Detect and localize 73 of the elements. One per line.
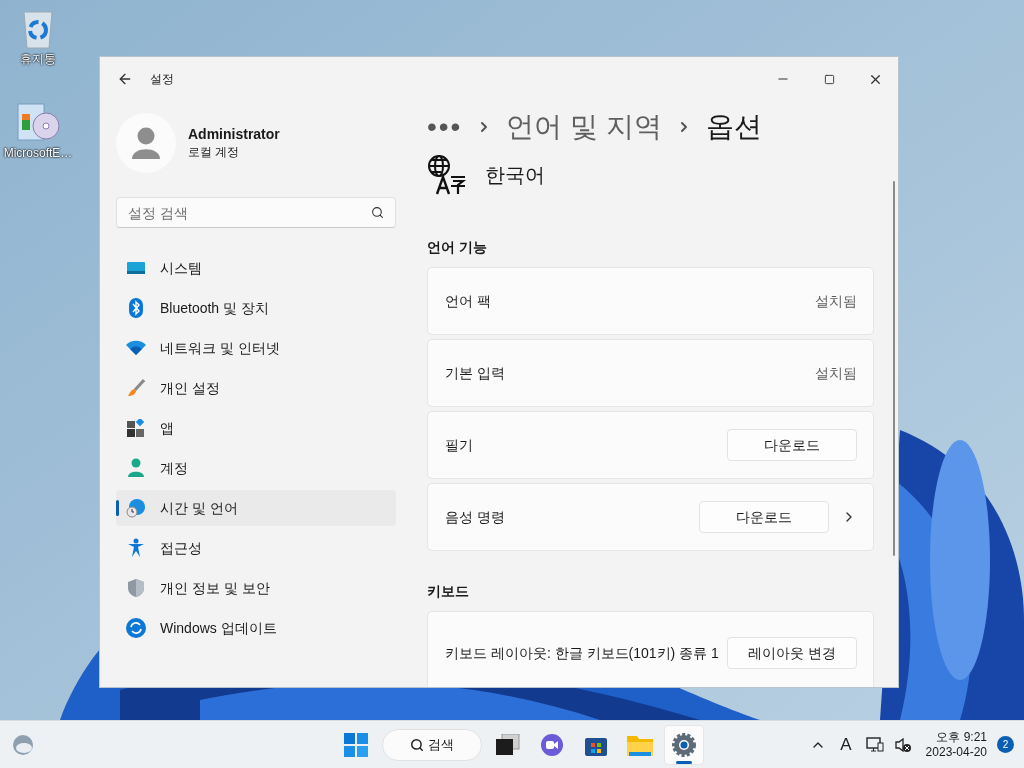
accessibility-icon (127, 538, 145, 558)
nav-label: 접근성 (160, 538, 202, 558)
nav-label: 시간 및 언어 (160, 498, 238, 518)
nav-item[interactable]: Windows 업데이트 (116, 610, 396, 646)
folder-icon[interactable] (627, 734, 653, 756)
brush-icon (127, 379, 145, 397)
apps-icon (127, 419, 145, 437)
network-icon[interactable] (865, 735, 884, 754)
task-view-icon[interactable] (496, 734, 520, 756)
update-icon (126, 618, 146, 638)
status-text: 설치됨 (815, 363, 857, 383)
wifi-icon (126, 340, 146, 356)
user-name: Administrator (188, 125, 280, 143)
page-title: 옵션 (706, 110, 762, 144)
nav-item[interactable]: 계정 (116, 450, 396, 486)
clock-date[interactable]: 2023-04-20 (925, 744, 987, 760)
recycle-bin-icon (20, 8, 56, 50)
nav-label: Windows 업데이트 (160, 618, 277, 638)
nav-label: 시스템 (160, 258, 202, 278)
nav-item[interactable]: 네트워크 및 인터넷 (116, 330, 396, 366)
nav-label: 개인 정보 및 보안 (160, 578, 270, 598)
nav-item[interactable]: 개인 설정 (116, 370, 396, 406)
clock-time[interactable]: 오후 9:21 (936, 729, 987, 745)
setting-label: 음성 명령 (445, 508, 506, 527)
nav-label: 계정 (160, 458, 188, 478)
nav-item[interactable]: 앱 (116, 410, 396, 446)
nav-item[interactable]: 시간 및 언어 (116, 490, 396, 526)
maximize-icon[interactable] (823, 73, 835, 85)
action-button[interactable]: 레이아웃 변경 (727, 637, 857, 669)
nav-item[interactable]: 시스템 (116, 250, 396, 286)
setting-label: 언어 팩 (445, 292, 492, 311)
bluetooth-icon (129, 298, 143, 318)
shield-icon (127, 578, 145, 598)
person-icon (127, 458, 145, 478)
window-title: 설정 (150, 71, 174, 88)
gear-icon[interactable] (672, 733, 696, 757)
setting-label: 필기 (445, 436, 474, 455)
status-text: 설치됨 (815, 291, 857, 311)
language-icon (427, 155, 467, 195)
back-icon[interactable] (117, 71, 133, 87)
nav-label: 앱 (160, 418, 174, 438)
nav-item[interactable]: 접근성 (116, 530, 396, 566)
nav-label: 네트워크 및 인터넷 (160, 338, 280, 358)
search-icon (410, 738, 424, 752)
notification-count[interactable]: 2 (997, 736, 1014, 753)
search-field[interactable]: 설정 검색 (116, 197, 396, 228)
download-button[interactable]: 다운로드 (699, 501, 829, 533)
active-indicator (676, 761, 692, 764)
setting-label: 키보드 레이아웃: 한글 키보드(101키) 종류 1 (445, 644, 720, 663)
nav-item[interactable]: 개인 정보 및 보안 (116, 570, 396, 606)
breadcrumb-link[interactable]: ••• (427, 109, 463, 145)
breadcrumb-link[interactable]: 언어 및 지역 (506, 109, 662, 145)
account-type: 로컬 계정 (188, 143, 241, 161)
language-name: 한국어 (485, 163, 545, 188)
search-icon (371, 206, 384, 219)
scrollbar[interactable] (893, 181, 895, 556)
section-header: 키보드 (427, 582, 470, 601)
taskbar-app[interactable] (664, 725, 704, 765)
input-indicator[interactable]: A (840, 731, 852, 758)
muted-speaker-icon[interactable] (893, 735, 912, 754)
windows-logo-icon[interactable] (344, 733, 368, 757)
section-header: 언어 기능 (427, 238, 488, 257)
person-icon (131, 127, 161, 159)
setting-label: 기본 입력 (445, 364, 506, 383)
globe-clock-icon (126, 498, 146, 518)
nav-label: 개인 설정 (160, 378, 220, 398)
taskbar-search[interactable]: 검색 (382, 729, 482, 761)
monitor-icon (126, 260, 146, 276)
selection-indicator (116, 500, 119, 516)
chat-icon[interactable] (540, 733, 564, 757)
nav-item[interactable]: Bluetooth 및 장치 (116, 290, 396, 326)
action-button[interactable]: 다운로드 (727, 429, 857, 461)
nav-label: Bluetooth 및 장치 (160, 298, 269, 318)
